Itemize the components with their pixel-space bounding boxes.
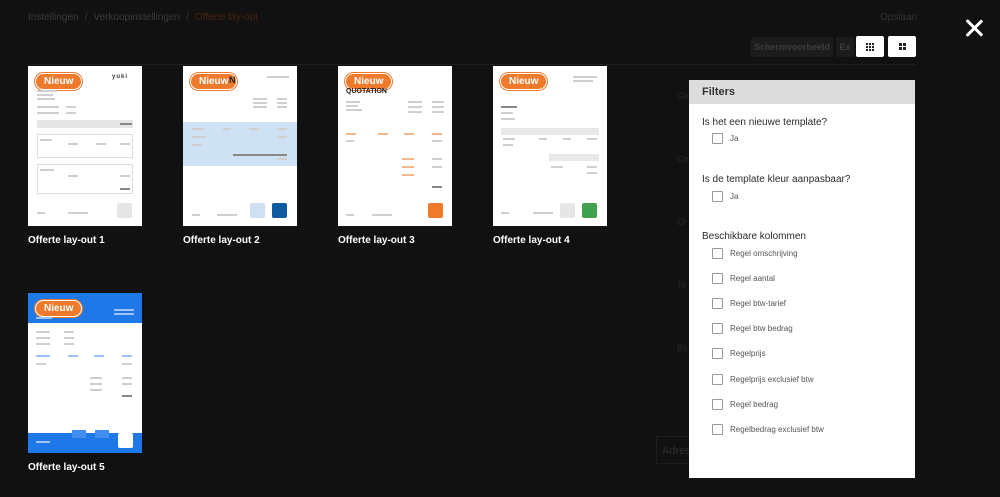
breadcrumb-item-active: Offerte lay-out (194, 12, 259, 23)
filter-option-label: Regelbedrag exclusief btw (730, 425, 824, 434)
grid-large-view-button[interactable] (888, 36, 916, 57)
close-icon[interactable] (962, 16, 986, 40)
filter-option[interactable]: Regel bedrag (712, 399, 778, 410)
checkbox[interactable] (712, 399, 723, 410)
save-label: Opslaan (880, 12, 918, 23)
preview-button: Schermvoorbeeld (751, 37, 833, 57)
filter-option[interactable]: Ja (712, 191, 738, 202)
checkbox[interactable] (712, 298, 723, 309)
filter-option[interactable]: Regel aantal (712, 273, 775, 284)
new-badge: Nieuw (35, 300, 83, 317)
checkbox[interactable] (712, 248, 723, 259)
filter-option-label: Regel btw-tarief (730, 299, 787, 308)
checkbox[interactable] (712, 348, 723, 359)
template-thumbnail[interactable]: Nieuw yuki (28, 66, 142, 226)
breadcrumb-separator: / (84, 12, 88, 23)
checkbox[interactable] (712, 133, 723, 144)
template-card[interactable]: Nieuw Offerte lay-out 4 (493, 66, 607, 246)
template-card[interactable]: Nieuw QUOTATION Offerte lay-out 3 (338, 66, 452, 246)
filters-panel: Filters Is het een nieuwe template? Ja I… (689, 80, 915, 478)
template-name: Offerte lay-out 5 (28, 462, 105, 473)
template-thumbnail[interactable]: Nieuw QUOTATION (338, 66, 452, 226)
filter-option-label: Regel bedrag (730, 400, 779, 409)
template-card[interactable]: Nieuw yuki Offerte lay-out 1 (28, 66, 142, 246)
breadcrumb-item: Verkoopinstellingen (93, 12, 181, 23)
new-badge: Nieuw (500, 73, 548, 90)
template-thumbnail[interactable]: Nieuw (28, 293, 142, 453)
filter-option[interactable]: Regelprijs (712, 348, 766, 359)
color-swatch (428, 203, 443, 218)
filter-option-label: Ja (730, 134, 739, 143)
color-swatch (272, 203, 287, 218)
checkbox[interactable] (712, 424, 723, 435)
color-swatch (560, 203, 575, 218)
filter-option[interactable]: Ja (712, 133, 738, 144)
side-label: Or (677, 217, 687, 227)
color-swatch (582, 203, 597, 218)
filter-option[interactable]: Regel btw-tarief (712, 298, 786, 309)
breadcrumb: Instellingen / Verkoopinstellingen / Off… (28, 12, 258, 23)
template-name: Offerte lay-out 2 (183, 235, 260, 246)
checkbox[interactable] (712, 374, 723, 385)
template-thumbnail[interactable]: Nieuw N (183, 66, 297, 226)
filter-option[interactable]: Regelbedrag exclusief btw (712, 424, 824, 435)
grid-large-icon (898, 43, 906, 50)
template-name: Offerte lay-out 3 (338, 235, 415, 246)
filter-option[interactable]: Regel omschrijving (712, 248, 798, 259)
grid-small-icon (866, 42, 874, 51)
side-label: Bij (677, 343, 688, 353)
filter-option-label: Regelprijs exclusief btw (730, 375, 814, 384)
filter-section-title: Beschikbare kolommen (702, 231, 806, 242)
breadcrumb-item: Instellingen (28, 12, 79, 23)
checkbox[interactable] (712, 191, 723, 202)
filter-section-title: Is het een nieuwe template? (702, 117, 828, 128)
filters-title: Filters (689, 80, 915, 104)
color-swatch (117, 203, 132, 218)
template-thumbnail[interactable]: Nieuw (493, 66, 607, 226)
side-label: Co (677, 154, 689, 164)
checkbox[interactable] (712, 273, 723, 284)
checkbox[interactable] (712, 323, 723, 334)
template-card[interactable]: Nieuw N Offerte lay-out 2 (183, 66, 297, 246)
template-name: Offerte lay-out 4 (493, 235, 570, 246)
template-name: Offerte lay-out 1 (28, 235, 105, 246)
filter-option-label: Regelprijs (730, 349, 766, 358)
side-label: Te (677, 280, 687, 290)
template-logo: yuki (112, 74, 129, 80)
filter-option-label: Regel omschrijving (730, 249, 798, 258)
filter-option-label: Regel aantal (730, 274, 775, 283)
divider (28, 64, 916, 65)
filter-option[interactable]: Regelprijs exclusief btw (712, 374, 814, 385)
new-badge: Nieuw (35, 73, 83, 90)
filter-option-label: Ja (730, 192, 739, 201)
grid-small-view-button[interactable] (856, 36, 884, 57)
template-title: QUOTATION (346, 88, 387, 95)
breadcrumb-separator: / (186, 12, 189, 23)
color-swatch (250, 203, 265, 218)
filter-section-title: Is de template kleur aanpasbaar? (702, 174, 851, 185)
color-swatch (118, 433, 133, 448)
filter-option[interactable]: Regel btw bedrag (712, 323, 793, 334)
side-label: Ge (677, 91, 690, 101)
export-button: Ex (836, 37, 854, 57)
filter-option-label: Regel btw bedrag (730, 324, 793, 333)
template-card[interactable]: Nieuw Offerte lay-out 5 (28, 293, 142, 473)
